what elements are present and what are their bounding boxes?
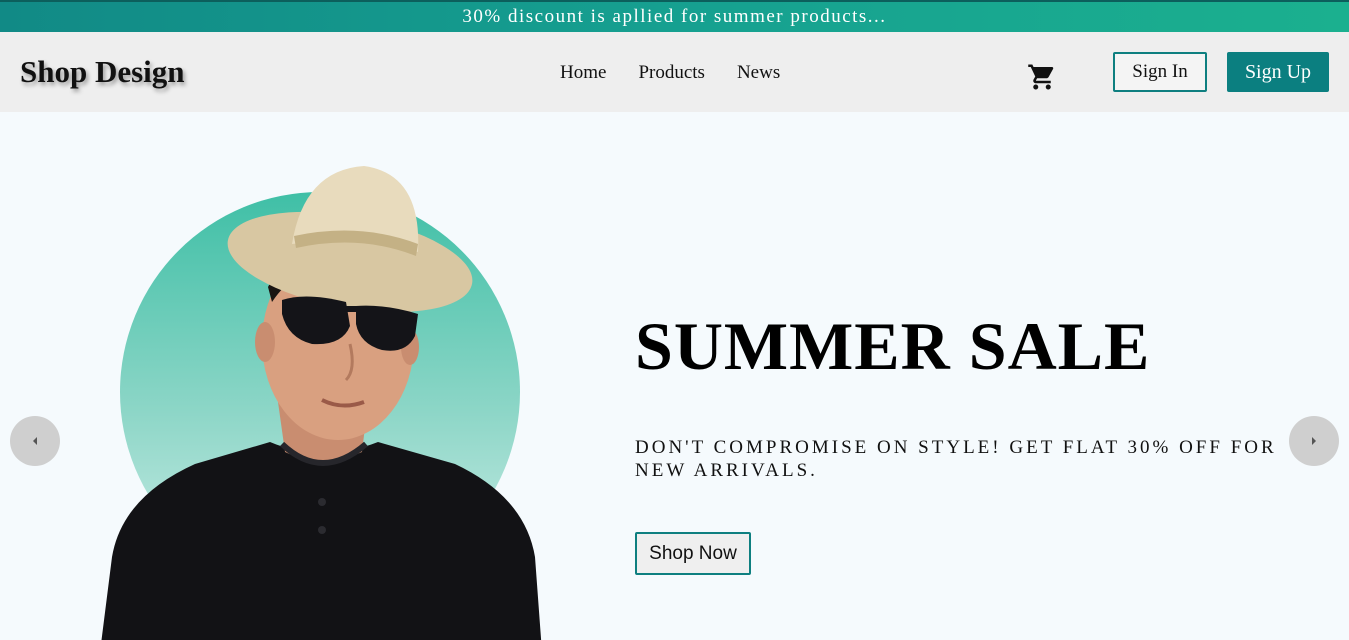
slider-prev-button[interactable] xyxy=(10,416,60,466)
arrow-right-icon xyxy=(1312,437,1316,445)
navbar: Shop Design Home Products News Sign In S… xyxy=(0,32,1349,112)
hero-title: SUMMER SALE xyxy=(635,308,1151,384)
sign-up-button[interactable]: Sign Up xyxy=(1227,52,1329,92)
shop-now-button[interactable]: Shop Now xyxy=(635,532,751,575)
nav-links: Home Products News xyxy=(560,62,780,84)
hero-slider: SUMMER SALE DON'T COMPROMISE ON STYLE! G… xyxy=(0,112,1349,640)
announcement-text: 30% discount is apllied for summer produ… xyxy=(462,6,887,27)
nav-link-news[interactable]: News xyxy=(737,62,780,84)
announcement-bar: 30% discount is apllied for summer produ… xyxy=(0,0,1349,32)
hero-subtitle: DON'T COMPROMISE ON STYLE! GET FLAT 30% … xyxy=(635,437,1277,481)
slider-next-button[interactable] xyxy=(1289,416,1339,466)
nav-link-products[interactable]: Products xyxy=(638,62,705,84)
shopping-cart-icon[interactable] xyxy=(1027,62,1057,92)
hero-model-image xyxy=(101,166,542,640)
nav-link-home[interactable]: Home xyxy=(560,62,606,84)
logo[interactable]: Shop Design xyxy=(20,54,185,90)
arrow-left-icon xyxy=(33,437,37,445)
sign-in-button[interactable]: Sign In xyxy=(1113,52,1207,92)
